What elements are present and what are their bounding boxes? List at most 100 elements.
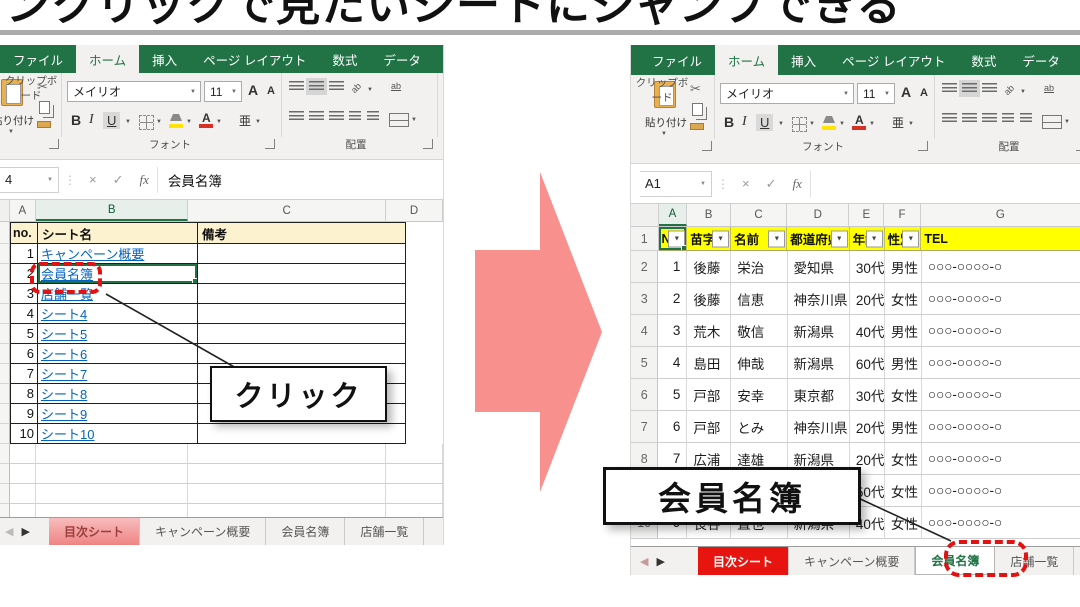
column-header[interactable]: C <box>731 204 787 226</box>
sheet-link[interactable]: キャンペーン概要 <box>38 244 198 264</box>
filter-header-cell[interactable]: NO▼ <box>659 227 688 251</box>
empty-cell[interactable] <box>10 484 37 504</box>
data-cell[interactable]: ○○○-○○○○-○ <box>922 507 1080 539</box>
alignment-dialog-launcher-icon[interactable] <box>423 139 433 149</box>
data-cell[interactable]: 神奈川県 <box>788 283 850 315</box>
filter-header-cell[interactable]: TEL <box>921 227 1080 251</box>
data-cell[interactable]: ○○○-○○○○-○ <box>922 283 1080 315</box>
empty-cell[interactable] <box>10 444 37 464</box>
paste-dropdown-icon[interactable]: ▼ <box>8 129 14 135</box>
empty-cell[interactable] <box>386 444 443 464</box>
insert-function-icon[interactable]: fx <box>785 176 810 192</box>
no-cell[interactable]: 4 <box>10 304 38 324</box>
empty-cell[interactable] <box>188 444 386 464</box>
note-cell[interactable] <box>198 344 406 364</box>
note-cell[interactable] <box>198 304 406 324</box>
filter-dropdown-button[interactable]: ▼ <box>866 230 883 247</box>
ribbon-tab[interactable]: 校閲 <box>1073 45 1080 75</box>
phonetic-dropdown-icon[interactable]: ▼ <box>908 121 914 127</box>
filter-dropdown-button[interactable]: ▼ <box>831 230 848 247</box>
column-header[interactable]: E <box>849 204 884 226</box>
decrease-indent-icon[interactable] <box>349 111 361 122</box>
filter-dropdown-button[interactable]: ▼ <box>668 230 685 247</box>
empty-cell[interactable] <box>188 484 386 504</box>
note-cell[interactable] <box>198 264 406 284</box>
note-cell[interactable] <box>198 324 406 344</box>
align-text-icon[interactable] <box>962 113 977 124</box>
borders-dropdown-icon[interactable]: ▼ <box>156 119 162 125</box>
align-text-icon[interactable] <box>289 111 304 122</box>
data-cell[interactable]: 信恵 <box>731 283 787 315</box>
column-header[interactable]: B <box>687 204 731 226</box>
column-header[interactable]: G <box>921 204 1080 226</box>
data-cell[interactable]: とみ <box>731 411 787 443</box>
data-cell[interactable]: 後藤 <box>687 251 731 283</box>
data-cell[interactable]: 島田 <box>687 347 731 379</box>
note-cell[interactable] <box>198 424 406 444</box>
italic-button[interactable]: I <box>89 112 94 128</box>
paste-dropdown-icon[interactable]: ▼ <box>661 131 667 137</box>
row-header[interactable]: 3 <box>631 283 658 315</box>
data-cell[interactable]: 神奈川県 <box>788 411 850 443</box>
sheet-tab[interactable]: 店舗一覧 <box>345 518 424 545</box>
column-header[interactable]: F <box>884 204 921 226</box>
data-cell[interactable]: ○○○-○○○○-○ <box>922 379 1080 411</box>
data-cell[interactable]: 女性 <box>885 443 922 475</box>
data-cell[interactable]: 2 <box>658 283 687 315</box>
fill-color-icon[interactable] <box>170 114 182 121</box>
data-cell[interactable]: 荒木 <box>687 315 731 347</box>
sheet-tab[interactable]: キャンペーン概要 <box>140 518 266 545</box>
data-cell[interactable]: ○○○-○○○○-○ <box>922 443 1080 475</box>
italic-button[interactable]: I <box>742 114 747 130</box>
font-color-button[interactable]: A <box>202 111 211 125</box>
enter-icon[interactable]: ✓ <box>105 172 132 188</box>
shrink-font-button[interactable]: A <box>267 85 275 97</box>
ribbon-tab[interactable]: ページ レイアウト <box>190 45 319 73</box>
data-cell[interactable]: 伸哉 <box>731 347 787 379</box>
empty-cell[interactable] <box>36 484 188 504</box>
merge-dropdown-icon[interactable]: ▼ <box>1064 119 1070 125</box>
filter-header-cell[interactable]: 性別▼ <box>885 227 922 251</box>
sheet-link[interactable]: シート8 <box>38 384 198 404</box>
sheet-tab[interactable]: キャンペーン概要 <box>789 547 915 575</box>
data-cell[interactable]: 6 <box>658 411 687 443</box>
data-cell[interactable]: ○○○-○○○○-○ <box>922 475 1080 507</box>
row-header[interactable]: 1 <box>631 227 659 251</box>
font-color-dropdown-icon[interactable]: ▼ <box>216 119 222 125</box>
data-cell[interactable]: 男性 <box>885 347 922 379</box>
ribbon-tab[interactable]: ホーム <box>76 45 139 73</box>
align-text-icon[interactable] <box>982 83 997 94</box>
merge-dropdown-icon[interactable]: ▼ <box>411 117 417 123</box>
sheet-link[interactable]: シート7 <box>38 364 198 384</box>
formula-bar-input[interactable] <box>810 171 1080 197</box>
table-header-cell[interactable]: 備考 <box>198 222 406 244</box>
no-cell[interactable]: 8 <box>10 384 38 404</box>
formula-bar-input[interactable]: 会員名簿 <box>157 167 443 193</box>
align-text-icon[interactable] <box>309 81 324 92</box>
align-text-icon[interactable] <box>942 83 957 94</box>
borders-dropdown-icon[interactable]: ▼ <box>809 121 815 127</box>
grow-font-button[interactable]: A <box>901 84 911 100</box>
data-cell[interactable]: 栄治 <box>731 251 787 283</box>
paste-button-label[interactable]: 貼り付け <box>0 113 39 128</box>
data-cell[interactable]: 女性 <box>885 507 922 539</box>
insert-function-icon[interactable]: fx <box>132 172 157 188</box>
formula-bar-splitter[interactable]: ⋮ <box>712 177 734 191</box>
data-cell[interactable]: 20代 <box>850 411 885 443</box>
data-cell[interactable]: 東京都 <box>788 379 850 411</box>
filter-header-cell[interactable]: 年齢▼ <box>850 227 885 251</box>
no-cell[interactable]: 1 <box>10 244 38 264</box>
table-header-cell[interactable]: no. <box>10 222 38 244</box>
fill-dropdown-icon[interactable]: ▼ <box>839 121 845 127</box>
empty-cell[interactable] <box>188 464 386 484</box>
align-text-icon[interactable] <box>329 111 344 122</box>
empty-cell[interactable] <box>36 444 188 464</box>
data-cell[interactable]: 新潟県 <box>788 315 850 347</box>
filter-header-cell[interactable]: 都道府県▼ <box>787 227 849 251</box>
data-cell[interactable]: 敬信 <box>731 315 787 347</box>
enter-icon[interactable]: ✓ <box>758 176 785 192</box>
font-dialog-launcher-icon[interactable] <box>918 141 928 151</box>
filter-dropdown-button[interactable]: ▼ <box>712 230 729 247</box>
column-header[interactable]: D <box>787 204 849 226</box>
ribbon-tab[interactable]: 数式 <box>319 45 370 73</box>
